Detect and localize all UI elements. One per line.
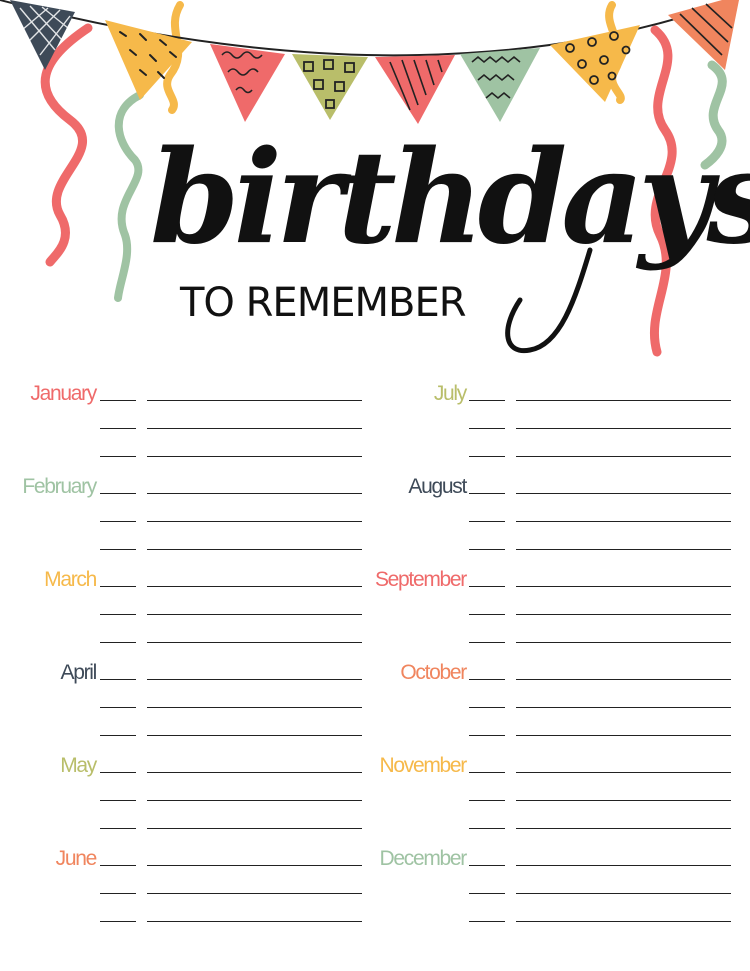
name-line[interactable]	[147, 735, 362, 736]
name-line[interactable]	[516, 521, 731, 522]
date-line[interactable]	[469, 828, 505, 829]
name-line[interactable]	[147, 456, 362, 457]
name-line[interactable]	[147, 642, 362, 643]
date-line[interactable]	[100, 642, 136, 643]
name-line[interactable]	[147, 428, 362, 429]
date-line[interactable]	[469, 493, 505, 494]
month-label-november: November	[379, 754, 468, 777]
date-line[interactable]	[100, 828, 136, 829]
name-line[interactable]	[147, 521, 362, 522]
name-line[interactable]	[516, 549, 731, 550]
name-line[interactable]	[147, 828, 362, 829]
name-line[interactable]	[516, 642, 731, 643]
page-title: birthdays	[150, 123, 750, 273]
date-line[interactable]	[469, 735, 505, 736]
bunting-flag	[550, 25, 640, 102]
name-line[interactable]	[516, 400, 731, 401]
month-label-december: December	[379, 847, 468, 870]
name-line[interactable]	[516, 456, 731, 457]
date-line[interactable]	[100, 428, 136, 429]
name-line[interactable]	[516, 800, 731, 801]
date-line[interactable]	[469, 679, 505, 680]
name-line[interactable]	[516, 865, 731, 866]
month-label-september: September	[374, 568, 467, 591]
date-line[interactable]	[469, 642, 505, 643]
name-line[interactable]	[516, 772, 731, 773]
date-line[interactable]	[100, 614, 136, 615]
name-line[interactable]	[516, 921, 731, 922]
name-line[interactable]	[516, 828, 731, 829]
date-line[interactable]	[469, 707, 505, 708]
date-line[interactable]	[469, 400, 505, 401]
date-line[interactable]	[469, 614, 505, 615]
name-line[interactable]	[147, 921, 362, 922]
date-line[interactable]	[100, 921, 136, 922]
date-line[interactable]	[469, 549, 505, 550]
date-line[interactable]	[469, 800, 505, 801]
bunting-flag	[460, 48, 540, 122]
date-line[interactable]	[100, 707, 136, 708]
bunting-flag	[375, 55, 455, 124]
name-line[interactable]	[516, 893, 731, 894]
name-line[interactable]	[147, 707, 362, 708]
name-line[interactable]	[516, 428, 731, 429]
name-line[interactable]	[147, 800, 362, 801]
page-subtitle: TO REMEMBER	[180, 280, 467, 326]
name-line[interactable]	[147, 549, 362, 550]
date-line[interactable]	[100, 456, 136, 457]
date-line[interactable]	[469, 772, 505, 773]
name-line[interactable]	[516, 586, 731, 587]
name-line[interactable]	[147, 614, 362, 615]
date-line[interactable]	[469, 893, 505, 894]
month-label-august: August	[408, 475, 467, 498]
name-line[interactable]	[516, 679, 731, 680]
name-line[interactable]	[147, 893, 362, 894]
date-line[interactable]	[469, 586, 505, 587]
name-line[interactable]	[516, 614, 731, 615]
date-line[interactable]	[100, 735, 136, 736]
name-line[interactable]	[516, 735, 731, 736]
date-line[interactable]	[100, 521, 136, 522]
bunting-flag	[210, 44, 285, 122]
name-line[interactable]	[516, 707, 731, 708]
date-line[interactable]	[100, 549, 136, 550]
name-line[interactable]	[516, 493, 731, 494]
ribbon-icon	[114, 91, 144, 302]
month-label-july: July	[433, 382, 467, 405]
date-line[interactable]	[100, 893, 136, 894]
date-line[interactable]	[469, 428, 505, 429]
date-line[interactable]	[100, 800, 136, 801]
month-label-october: October	[400, 661, 467, 684]
bunting-flag	[292, 54, 368, 120]
ribbon-icon	[40, 23, 93, 267]
date-line[interactable]	[469, 921, 505, 922]
date-line[interactable]	[469, 865, 505, 866]
date-line[interactable]	[469, 521, 505, 522]
date-line[interactable]	[469, 456, 505, 457]
bunting-flag	[668, 0, 739, 70]
bunting-flag	[10, 0, 75, 70]
